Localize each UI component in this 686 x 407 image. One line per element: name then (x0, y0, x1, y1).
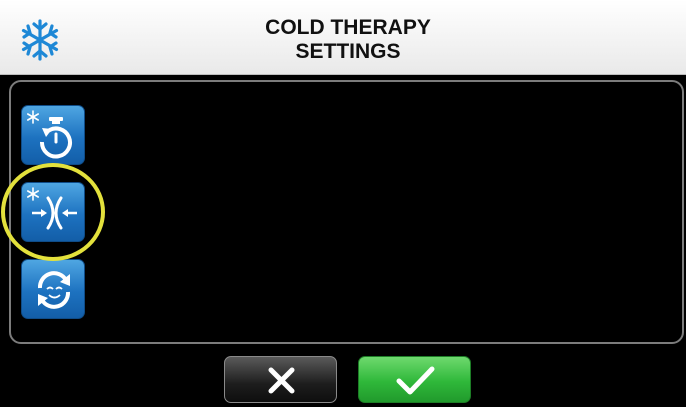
page-title: COLD THERAPY SETTINGS (200, 16, 496, 64)
mode-panel (9, 80, 684, 344)
cycle-face-icon (38, 271, 70, 309)
title-line-2: SETTINGS (295, 40, 401, 63)
cancel-button[interactable] (224, 356, 337, 403)
snowflake-timer-icon (27, 110, 72, 159)
cold-cycle-mode-button[interactable] (21, 259, 85, 319)
title-line-1: COLD THERAPY (265, 16, 431, 39)
snowflake-icon (21, 19, 59, 61)
confirm-button[interactable] (358, 356, 471, 403)
checkmark-icon (396, 366, 435, 395)
cold-timer-mode-button[interactable] (21, 105, 85, 165)
snowflake-compression-icon (27, 187, 77, 230)
header-bar: COLD THERAPY SETTINGS (0, 0, 686, 75)
x-icon (268, 367, 295, 394)
cold-compression-mode-button[interactable] (21, 182, 85, 242)
